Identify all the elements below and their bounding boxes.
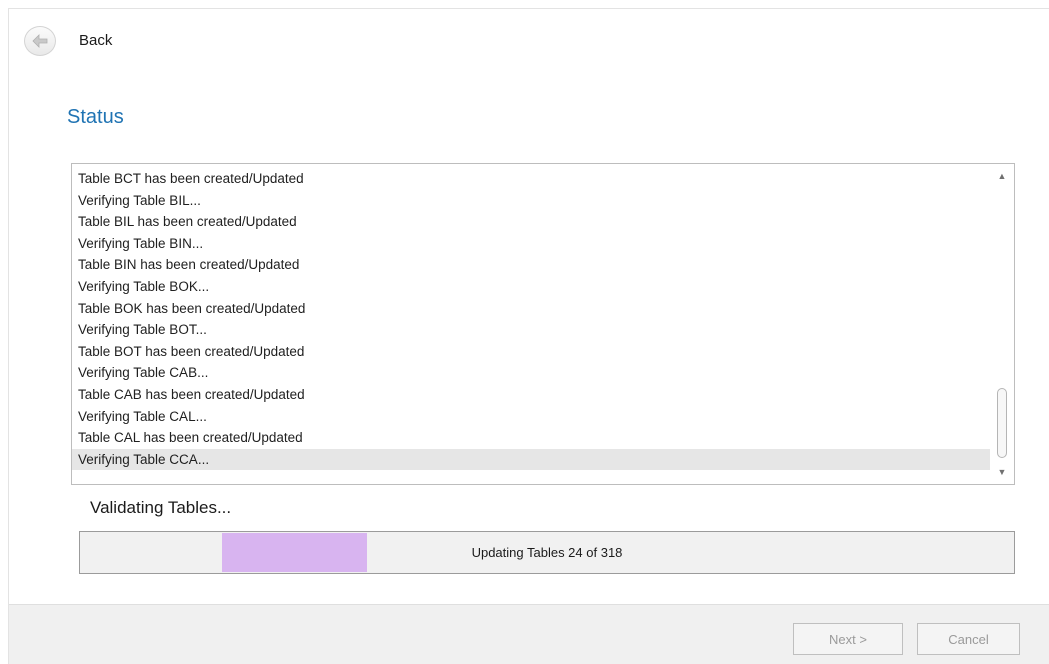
progress-text: Updating Tables 24 of 318 — [471, 545, 623, 560]
window-left-border — [8, 8, 9, 664]
next-button[interactable]: Next > — [793, 623, 903, 655]
log-line[interactable]: Table BCT has been created/Updated — [72, 168, 990, 190]
log-line[interactable]: Table BOT has been created/Updated — [72, 341, 990, 363]
progress-status-label: Validating Tables... — [90, 498, 232, 517]
log-line[interactable]: Verifying Table BIL... — [72, 190, 990, 212]
log-line[interactable]: Table CAB has been created/Updated — [72, 384, 990, 406]
back-button[interactable] — [24, 26, 56, 56]
back-label[interactable]: Back — [79, 32, 112, 49]
window-top-border — [8, 8, 1049, 9]
log-line[interactable]: Table BOK has been created/Updated — [72, 298, 990, 320]
progress-bar: Updating Tables 24 of 318 — [79, 531, 1015, 574]
footer-bar: Next > Cancel — [9, 604, 1049, 664]
log-line[interactable]: Verifying Table BOK... — [72, 276, 990, 298]
log-line[interactable]: Verifying Table BIN... — [72, 233, 990, 255]
log-list: Table BCT has been created/Updated Verify… — [72, 168, 990, 471]
log-line[interactable]: Table BIL has been created/Updated — [72, 211, 990, 233]
installer-window: Back Status Table BCT has been created/U… — [0, 0, 1049, 664]
log-line[interactable]: Verifying Table CCA... — [72, 448, 990, 471]
log-line[interactable]: Table CAL has been created/Updated — [72, 427, 990, 449]
log-line[interactable]: Table BIN has been created/Updated — [72, 254, 990, 276]
scroll-down-icon[interactable]: ▼ — [990, 462, 1014, 482]
back-arrow-icon — [32, 34, 48, 48]
log-line[interactable]: Verifying Table CAB... — [72, 362, 990, 384]
page-title: Status — [67, 106, 124, 128]
log-line[interactable]: Verifying Table BOT... — [72, 319, 990, 341]
scroll-up-icon[interactable]: ▲ — [990, 166, 1014, 186]
scroll-thumb[interactable] — [997, 388, 1007, 458]
log-scrollbar[interactable]: ▲ ▼ — [990, 164, 1014, 484]
log-line[interactable]: Verifying Table CAL... — [72, 406, 990, 428]
status-log[interactable]: Table BCT has been created/Updated Verify… — [71, 163, 1015, 485]
cancel-button[interactable]: Cancel — [917, 623, 1020, 655]
